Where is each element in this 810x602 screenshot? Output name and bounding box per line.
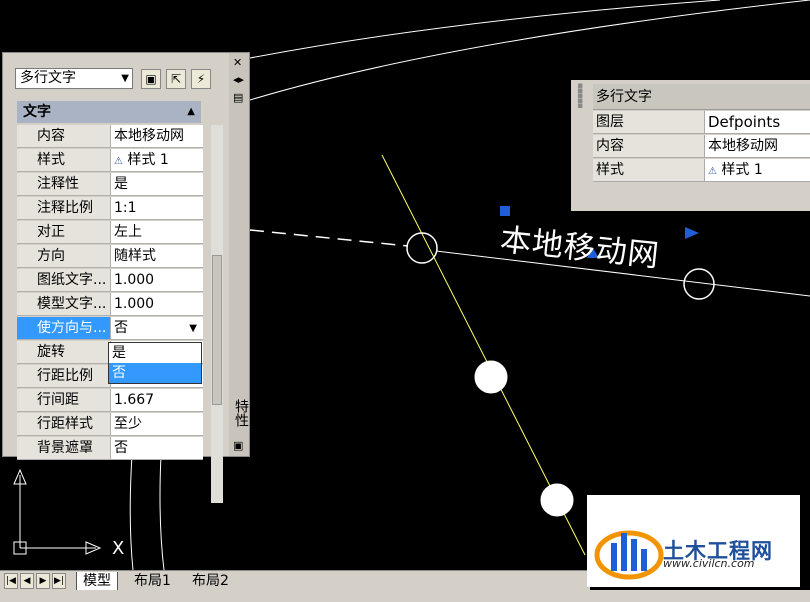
last-tab-icon[interactable]: ▶|	[52, 573, 66, 589]
property-value[interactable]: 否	[111, 437, 203, 460]
property-name: 注释性	[17, 173, 111, 196]
property-row[interactable]: 背景遮罩 否	[17, 437, 203, 461]
quick-property-row[interactable]: 内容 本地移动网	[593, 135, 810, 159]
quick-properties-title: 多行文字	[593, 84, 810, 110]
tab-layout1[interactable]: 布局1	[128, 572, 177, 590]
style-value: 样式 1	[721, 162, 763, 178]
scrollbar-thumb[interactable]	[212, 255, 222, 405]
property-value[interactable]: 1.000	[111, 269, 203, 292]
property-name: 内容	[17, 125, 111, 148]
property-value[interactable]: 随样式	[111, 245, 203, 268]
next-tab-icon[interactable]: ▶	[36, 573, 50, 589]
dashed-line	[249, 229, 409, 247]
properties-palette[interactable]: 多行文字 ▼ ▣ ⇱ ⚡ 文字 ▲ 内容 本地移动网 样式 ⚠ 样式 1 注释性…	[2, 52, 250, 503]
property-value[interactable]: ⚠ 样式 1	[111, 149, 203, 172]
toggle-pickadd-icon[interactable]: ▣	[141, 69, 161, 89]
property-name: 样式	[17, 149, 111, 172]
property-name: 方向	[17, 245, 111, 268]
object-type-value: 多行文字	[20, 70, 76, 86]
property-value[interactable]: 1.000	[111, 293, 203, 316]
property-value[interactable]: 本地移动网	[705, 135, 810, 158]
node-circle-filled	[474, 360, 508, 394]
property-row[interactable]: 图纸文字... 1.000	[17, 269, 203, 293]
dropdown-option-selected[interactable]: 否	[109, 363, 201, 383]
drag-handle-icon[interactable]: ▪ ▪ ▪ ▪ ▪	[577, 82, 587, 114]
property-name: 对正	[17, 221, 111, 244]
collapse-icon[interactable]: ▲	[187, 101, 195, 123]
menu-icon[interactable]: ▤	[233, 91, 243, 104]
style-icon: ⚠	[114, 156, 123, 167]
select-objects-icon[interactable]: ⇱	[166, 69, 186, 89]
property-row[interactable]: 内容 本地移动网	[17, 125, 203, 149]
logo-mark	[594, 530, 664, 580]
property-name: 背景遮罩	[17, 437, 111, 460]
close-icon[interactable]: ✕	[233, 56, 242, 69]
property-name: 旋转	[17, 341, 111, 364]
curve-line	[249, 0, 721, 59]
chevron-down-icon[interactable]: ▼	[121, 69, 129, 88]
node-circle	[406, 232, 438, 264]
property-row-selected[interactable]: 使方向与... 否 ▼	[17, 317, 203, 341]
property-value[interactable]: 左上	[111, 221, 203, 244]
property-row[interactable]: 方向 随样式	[17, 245, 203, 269]
property-value[interactable]: 1:1	[111, 197, 203, 220]
grip-triangle	[685, 227, 699, 239]
property-name: 图纸文字...	[17, 269, 111, 292]
property-value[interactable]: 至少	[111, 413, 203, 436]
property-name: 行间距	[17, 389, 111, 412]
style-icon: ⚠	[708, 166, 717, 177]
select-value: 否	[114, 320, 128, 336]
property-value[interactable]: 是	[111, 173, 203, 196]
watermark-logo: 土木工程网 www.civilcn.com	[587, 495, 800, 587]
property-name: 使方向与...	[17, 317, 111, 340]
property-grid: 内容 本地移动网 样式 ⚠ 样式 1 注释性 是 注释比例 1:1 对正 左上 …	[17, 125, 203, 503]
property-value[interactable]: 本地移动网	[111, 125, 203, 148]
object-type-select[interactable]: 多行文字 ▼	[15, 68, 133, 89]
property-row[interactable]: 行间距 1.667	[17, 389, 203, 413]
property-row[interactable]: 注释比例 1:1	[17, 197, 203, 221]
quick-select-icon[interactable]: ⚡	[191, 69, 211, 89]
property-row[interactable]: 模型文字... 1.000	[17, 293, 203, 317]
property-name: 内容	[593, 135, 705, 158]
dropdown-option[interactable]: 是	[109, 343, 201, 363]
palette-scrollbar[interactable]	[211, 125, 223, 503]
palette-titlebar[interactable]: ✕ ◂▸ ▤ 特性 ▣	[229, 53, 249, 456]
quick-property-row[interactable]: 图层 Defpoints	[593, 111, 810, 135]
prev-tab-icon[interactable]: ◀	[20, 573, 34, 589]
property-name: 行距样式	[17, 413, 111, 436]
logo-url: www.civilcn.com	[663, 557, 755, 570]
layout-tabs-bar: |◀ ◀ ▶ ▶| 模型 布局1 布局2	[0, 570, 590, 591]
palette-title: 特性	[233, 399, 249, 427]
style-value: 样式 1	[127, 152, 169, 168]
property-value-select[interactable]: 否 ▼	[111, 317, 203, 340]
first-tab-icon[interactable]: |◀	[4, 573, 18, 589]
quick-property-row[interactable]: 样式 ⚠ 样式 1	[593, 159, 810, 183]
property-value[interactable]: 1.667	[111, 389, 203, 412]
quick-properties-panel[interactable]: ▪ ▪ ▪ ▪ ▪ 多行文字 图层 Defpoints 内容 本地移动网 样式 ⚠ 样式…	[571, 80, 810, 211]
node-circle-filled	[540, 483, 574, 517]
tab-layout2[interactable]: 布局2	[186, 572, 235, 590]
property-row[interactable]: 行距样式 至少	[17, 413, 203, 437]
ucs-x-label: X	[112, 538, 125, 559]
property-name: 模型文字...	[17, 293, 111, 316]
property-row[interactable]: 样式 ⚠ 样式 1	[17, 149, 203, 173]
property-name: 行距比例	[17, 365, 111, 388]
property-value[interactable]: Defpoints	[705, 111, 810, 134]
category-header[interactable]: 文字 ▲	[17, 101, 201, 123]
tab-model[interactable]: 模型	[76, 572, 118, 591]
autohide-icon[interactable]: ◂▸	[233, 73, 244, 86]
property-name: 图层	[593, 111, 705, 134]
property-name: 样式	[593, 159, 705, 182]
property-row[interactable]: 注释性 是	[17, 173, 203, 197]
chevron-down-icon[interactable]: ▼	[189, 317, 197, 339]
palette-options-icon[interactable]: ▣	[233, 439, 243, 452]
property-name: 注释比例	[17, 197, 111, 220]
category-title: 文字	[23, 104, 51, 120]
dropdown-list[interactable]: 是 否	[108, 342, 202, 384]
property-row[interactable]: 对正 左上	[17, 221, 203, 245]
property-value[interactable]: ⚠ 样式 1	[705, 159, 810, 182]
command-line[interactable]	[0, 590, 810, 602]
